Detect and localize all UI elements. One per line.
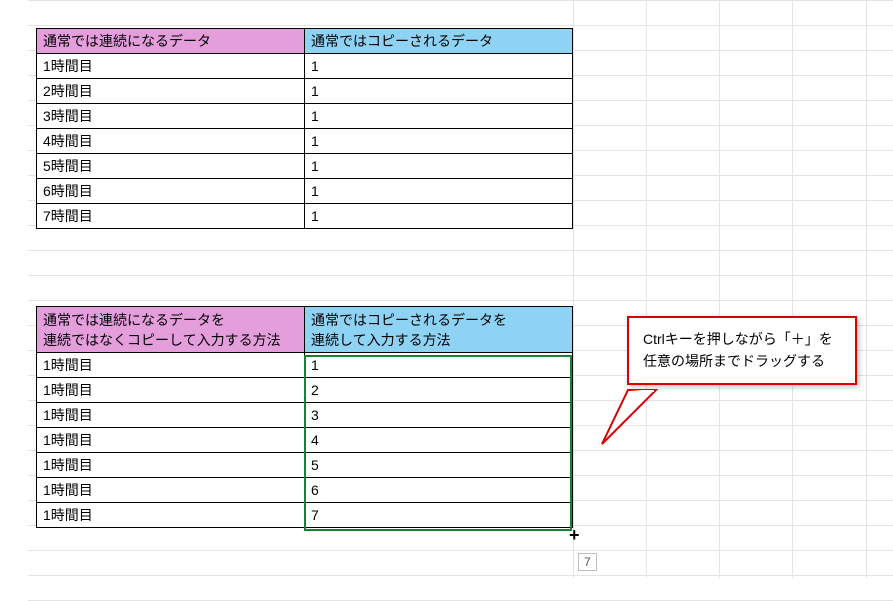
spreadsheet-sheet[interactable]: 通常では連続になるデータ 通常ではコピーされるデータ 1時間目1 2時間目1 3… (0, 0, 893, 578)
table-row[interactable]: 1時間目1 (37, 353, 573, 378)
cell-label[interactable]: 3時間目 (37, 104, 305, 129)
cell-label[interactable]: 1時間目 (37, 378, 305, 403)
table1-header-right[interactable]: 通常ではコピーされるデータ (305, 29, 573, 54)
table2-header-left-line2: 連続ではなくコピーして入力する方法 (43, 332, 281, 348)
table-row[interactable]: 1時間目1 (37, 54, 573, 79)
table-row[interactable]: 4時間目1 (37, 129, 573, 154)
cell-label[interactable]: 5時間目 (37, 154, 305, 179)
cell-value[interactable]: 1 (305, 154, 573, 179)
table-row[interactable]: 2時間目1 (37, 79, 573, 104)
table-row[interactable]: 5時間目1 (37, 154, 573, 179)
table2-header-right-line2: 連続して入力する方法 (311, 332, 451, 348)
cell-value[interactable]: 2 (305, 378, 573, 403)
callout-box: Ctrlキーを押しながら「＋」を 任意の場所までドラッグする (627, 316, 857, 385)
cell-label[interactable]: 7時間目 (37, 204, 305, 229)
table-row[interactable]: 3時間目1 (37, 104, 573, 129)
table-row[interactable]: 7時間目1 (37, 204, 573, 229)
cell-value[interactable]: 1 (305, 79, 573, 104)
cell-label[interactable]: 1時間目 (37, 478, 305, 503)
cell-value[interactable]: 7 (305, 503, 573, 528)
table-bottom[interactable]: 通常では連続になるデータを 連続ではなくコピーして入力する方法 通常ではコピーさ… (36, 306, 573, 528)
cell-label[interactable]: 1時間目 (37, 503, 305, 528)
cell-value[interactable]: 1 (305, 204, 573, 229)
table-row[interactable]: 1時間目3 (37, 403, 573, 428)
table1-header-left[interactable]: 通常では連続になるデータ (37, 29, 305, 54)
table2-header-left-line1: 通常では連続になるデータを (43, 312, 225, 328)
cell-label[interactable]: 1時間目 (37, 428, 305, 453)
cell-label[interactable]: 1時間目 (37, 453, 305, 478)
cell-label[interactable]: 1時間目 (37, 403, 305, 428)
cell-label[interactable]: 2時間目 (37, 79, 305, 104)
cell-value[interactable]: 1 (305, 104, 573, 129)
table-row[interactable]: 1時間目6 (37, 478, 573, 503)
cell-label[interactable]: 6時間目 (37, 179, 305, 204)
cell-value[interactable]: 1 (305, 54, 573, 79)
table2-header-right-line1: 通常ではコピーされるデータを (311, 312, 507, 328)
callout-line1: Ctrlキーを押しながら「＋」を (643, 331, 833, 347)
callout-tail-icon (598, 388, 658, 448)
table2-header-right[interactable]: 通常ではコピーされるデータを 連続して入力する方法 (305, 307, 573, 353)
cell-value[interactable]: 5 (305, 453, 573, 478)
table2-header-left[interactable]: 通常では連続になるデータを 連続ではなくコピーして入力する方法 (37, 307, 305, 353)
table-row[interactable]: 1時間目4 (37, 428, 573, 453)
fill-handle-cursor-icon: + (569, 528, 580, 542)
cell-value[interactable]: 6 (305, 478, 573, 503)
cell-value[interactable]: 1 (305, 129, 573, 154)
cell-value[interactable]: 1 (305, 179, 573, 204)
cell-value[interactable]: 4 (305, 428, 573, 453)
table-row[interactable]: 1時間目2 (37, 378, 573, 403)
table-row[interactable]: 1時間目7 (37, 503, 573, 528)
fill-tooltip: 7 (578, 553, 597, 571)
table-top[interactable]: 通常では連続になるデータ 通常ではコピーされるデータ 1時間目1 2時間目1 3… (36, 28, 573, 229)
table-row[interactable]: 1時間目5 (37, 453, 573, 478)
cell-label[interactable]: 1時間目 (37, 54, 305, 79)
cell-value[interactable]: 1 (305, 353, 573, 378)
cell-label[interactable]: 1時間目 (37, 353, 305, 378)
cell-value[interactable]: 3 (305, 403, 573, 428)
callout-line2: 任意の場所までドラッグする (643, 353, 825, 369)
table-row[interactable]: 6時間目1 (37, 179, 573, 204)
cell-label[interactable]: 4時間目 (37, 129, 305, 154)
